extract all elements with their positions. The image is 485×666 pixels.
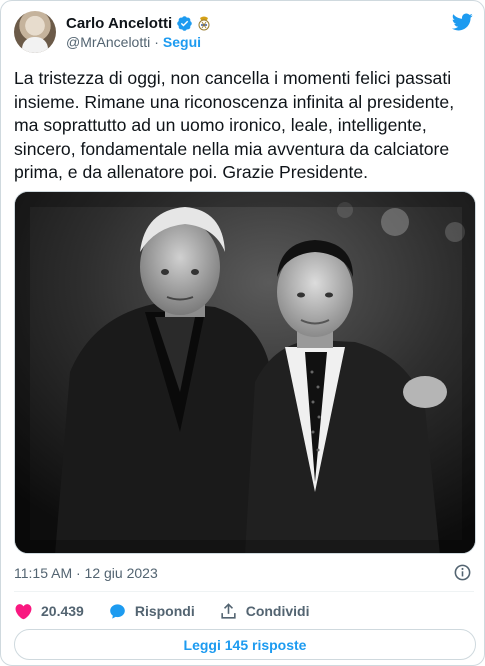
verified-badge-icon xyxy=(177,15,192,31)
tweet-actions: 20.439 Rispondi Condividi xyxy=(14,599,474,623)
author-handle[interactable]: @MrAncelotti xyxy=(66,34,150,50)
real-madrid-crest-icon xyxy=(198,16,210,31)
follow-button[interactable]: Segui xyxy=(163,34,201,50)
tweet-timestamp[interactable]: 11:15 AM · 12 giu 2023 xyxy=(14,565,158,581)
tweet-text: La tristezza di oggi, non cancella i mom… xyxy=(14,68,459,182)
photo-illustration xyxy=(15,192,475,553)
handle-row: @MrAncelotti · Segui xyxy=(66,34,201,50)
author-name[interactable]: Carlo Ancelotti xyxy=(66,15,172,32)
tweet-meta: 11:15 AM · 12 giu 2023 xyxy=(14,563,474,583)
like-count: 20.439 xyxy=(41,603,84,619)
share-label: Condividi xyxy=(245,603,310,619)
separator-dot: · xyxy=(154,34,159,50)
info-icon[interactable] xyxy=(453,563,472,582)
twitter-bird-icon[interactable] xyxy=(450,11,474,33)
share-icon xyxy=(221,602,236,619)
tweet-photo[interactable] xyxy=(14,191,476,554)
reply-bubble-icon xyxy=(110,603,125,619)
like-button[interactable]: 20.439 xyxy=(14,602,84,621)
author-name-row: Carlo Ancelotti xyxy=(66,13,211,33)
reply-button[interactable]: Rispondi xyxy=(108,602,195,621)
tweet-card: Carlo Ancelotti @MrAncelotti · Segui La … xyxy=(0,0,485,666)
read-replies-button[interactable]: Leggi 145 risposte xyxy=(14,629,476,660)
divider xyxy=(14,591,474,592)
tweet-header: Carlo Ancelotti @MrAncelotti · Segui xyxy=(14,11,474,55)
heart-icon xyxy=(15,603,32,619)
avatar[interactable] xyxy=(14,11,56,53)
reply-label: Rispondi xyxy=(134,603,195,619)
share-button[interactable]: Condividi xyxy=(219,602,310,621)
